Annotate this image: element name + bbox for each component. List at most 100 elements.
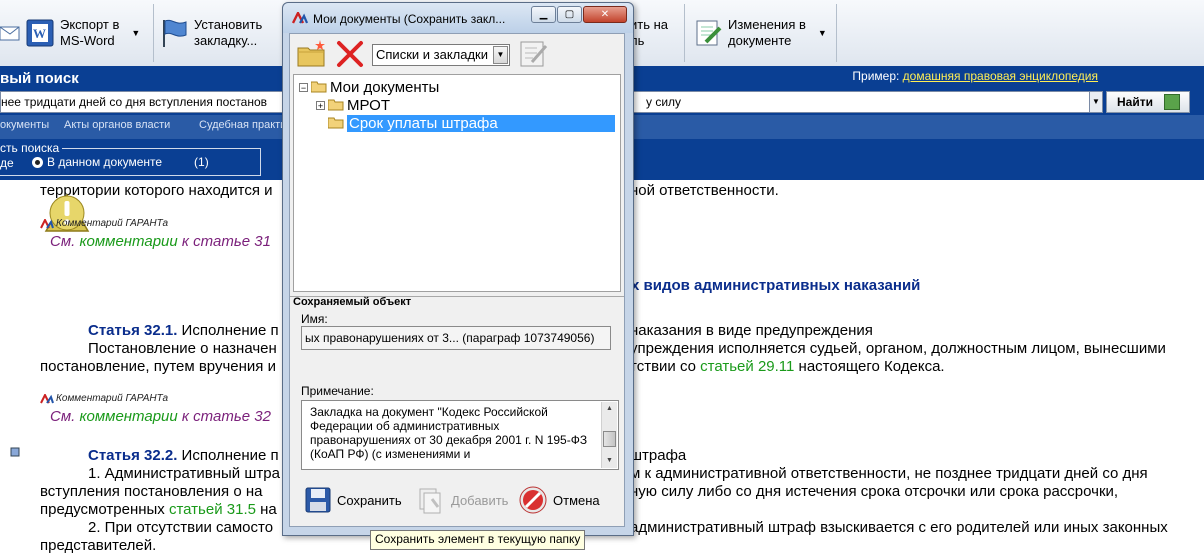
section-heading: х видов административных наказаний	[631, 277, 921, 294]
tree-item-label: МРОТ	[347, 96, 391, 114]
tree-item-label: Срок уплаты штрафа	[347, 114, 615, 132]
close-button[interactable]: ✕	[583, 6, 627, 23]
save-button[interactable]: Сохранить	[304, 480, 402, 520]
tree-item-label: Мои документы	[330, 78, 440, 96]
scroll-up-icon[interactable]: ▲	[602, 403, 617, 415]
edit-properties-icon[interactable]	[518, 38, 550, 70]
chevron-down-icon[interactable]: ▼	[818, 25, 827, 41]
svg-text:W: W	[33, 26, 46, 41]
note-textarea[interactable]: Закладка на документ "Кодекс Российской …	[301, 400, 619, 470]
export-word-button[interactable]: W Экспорт в MS-Word ▼	[26, 6, 148, 60]
example-label: Пример:	[852, 69, 900, 83]
garant-comment-label: Комментарий ГАРАНТа	[40, 393, 168, 404]
add-label: Добавить	[451, 492, 509, 508]
maximize-button[interactable]: ▢	[557, 6, 582, 23]
tree-item-fine-deadline[interactable]: Срок уплаты штрафа	[328, 114, 615, 132]
doc-line: штрафа	[630, 447, 687, 464]
tab-documents[interactable]: окументы	[0, 119, 49, 131]
expand-icon[interactable]: +	[316, 100, 325, 110]
doc-line: Постановление о назначен	[88, 340, 277, 357]
set-bookmark-label: Установить закладку...	[194, 17, 263, 48]
garant-logo-icon	[40, 218, 54, 229]
doc-line: предусмотренных статьей 31.5 на	[40, 501, 277, 518]
article-32-2: Статья 32.2. Исполнение п	[88, 447, 279, 464]
mail-button[interactable]	[0, 6, 20, 60]
chevron-down-icon[interactable]: ▼	[131, 25, 140, 41]
name-field[interactable]: ых правонарушениях от 3... (параграф 107…	[301, 326, 611, 350]
search-scope-legend: сть поиска	[0, 141, 63, 155]
add-button[interactable]: Добавить	[416, 480, 508, 520]
tree-item-mrot[interactable]: + МРОТ	[316, 96, 390, 114]
collapse-icon[interactable]: −	[299, 82, 308, 92]
documents-tree[interactable]: − Мои документы + МРОТ Срок уплаты штраф…	[293, 74, 621, 292]
cancel-label: Отмена	[553, 492, 600, 508]
print-button[interactable]: ить на ль	[630, 6, 680, 60]
doc-line: наказания в виде предупреждения	[630, 322, 873, 339]
doc-line: представителей.	[40, 537, 157, 554]
doc-line: ную силу либо со дня истечения срока отс…	[630, 483, 1119, 500]
dialog-titlebar[interactable]: Мои документы (Сохранить закл... ▁ ▢ ✕	[283, 3, 633, 33]
list-type-select[interactable]: Списки и закладки ▼	[372, 44, 510, 66]
scroll-down-icon[interactable]: ▼	[602, 455, 617, 467]
doc-line: ной ответственности.	[630, 182, 779, 199]
scroll-thumb[interactable]	[603, 431, 616, 447]
cancel-icon	[519, 486, 547, 514]
article-link[interactable]: статьей 31.5	[169, 501, 256, 518]
radio-icon[interactable]	[32, 156, 43, 168]
my-documents-dialog: Мои документы (Сохранить закл... ▁ ▢ ✕ С…	[282, 2, 634, 536]
comment-link[interactable]: комментарии	[79, 233, 177, 250]
comment-link[interactable]: комментарии	[79, 408, 177, 425]
tab-court-practice[interactable]: Судебная практи	[199, 119, 286, 131]
scope-option-this-document[interactable]: В данном документе (1)	[32, 155, 209, 169]
scope-option-label: В данном документе	[47, 155, 163, 169]
scope-option-all[interactable]: де	[0, 156, 14, 170]
list-type-value: Списки и закладки	[376, 47, 488, 62]
tab-authority-acts[interactable]: Акты органов власти	[64, 119, 170, 131]
new-folder-icon[interactable]	[296, 38, 328, 70]
cancel-button[interactable]: Отмена	[518, 480, 600, 520]
name-label: Имя:	[301, 312, 328, 326]
doc-line: тствии со статьей 29.11 настоящего Кодек…	[630, 358, 945, 375]
tree-item-my-documents[interactable]: − Мои документы	[299, 78, 439, 96]
doc-line: м к административной ответственности, не…	[630, 465, 1148, 482]
article-link[interactable]: статьей 29.11	[700, 358, 794, 375]
folder-icon	[328, 117, 344, 129]
doc-line: упреждения исполняется судьей, органом, …	[630, 340, 1166, 357]
doc-line: вступления постановления о на	[40, 483, 263, 500]
folder-open-icon	[311, 81, 327, 93]
add-document-icon	[419, 488, 441, 514]
delete-icon[interactable]	[334, 38, 366, 70]
find-options-icon[interactable]	[1164, 94, 1180, 110]
note-label: Примечание:	[301, 384, 374, 398]
flag-icon	[163, 19, 187, 47]
export-word-label: Экспорт в MS-Word	[60, 17, 120, 48]
scope-count: (1)	[194, 155, 209, 169]
toolbar-divider	[684, 4, 685, 62]
saved-object-group-title: Сохраняемый объект	[293, 296, 412, 308]
minimize-button[interactable]: ▁	[531, 6, 556, 23]
note-scrollbar[interactable]: ▲ ▼	[601, 402, 617, 468]
document-changes-button[interactable]: Изменения в документе ▼	[694, 6, 834, 60]
word-icon: W	[26, 19, 54, 47]
dialog-body: Списки и закладки ▼ − Мои документы + МР…	[289, 33, 625, 527]
dialog-title: Мои документы (Сохранить закл...	[313, 12, 506, 26]
comment-link-line: См. комментарии к статье 32	[50, 408, 271, 425]
set-bookmark-button[interactable]: Установить закладку...	[160, 6, 278, 60]
floppy-disk-icon	[305, 487, 331, 513]
dialog-buttons: Сохранить Добавить Отмена	[290, 474, 624, 526]
document-changes-icon	[696, 20, 722, 46]
search-title: вый поиск	[0, 70, 79, 87]
search-dropdown-button[interactable]: ▼	[1089, 91, 1103, 113]
mail-icon	[0, 26, 20, 41]
garant-comment-label: Комментарий ГАРАНТа	[40, 218, 168, 229]
search-query: нее тридцати дней со дня вступления пост…	[1, 95, 268, 109]
garant-logo-icon	[40, 393, 54, 404]
doc-line: постановление, путем вручения и	[40, 358, 276, 375]
garant-logo-icon	[292, 12, 308, 24]
chevron-down-icon[interactable]: ▼	[493, 46, 508, 64]
doc-line: административный штраф взыскивается с ег…	[630, 519, 1168, 536]
document-changes-label: Изменения в документе	[728, 17, 806, 48]
example-link[interactable]: домашняя правовая энциклопедия	[903, 69, 1098, 83]
bookmark-marker-icon[interactable]	[10, 447, 20, 457]
toolbar-divider	[836, 4, 837, 62]
